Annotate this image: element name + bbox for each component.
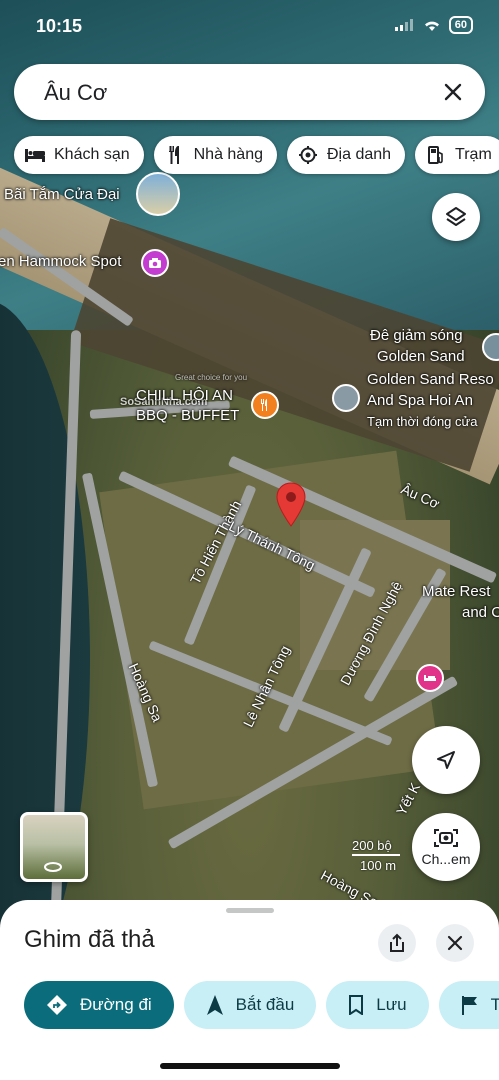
- close-sheet-button[interactable]: [436, 924, 474, 962]
- battery-indicator: 60: [448, 16, 473, 34]
- street-label-yet-kieu: Yết K: [392, 780, 424, 818]
- restaurant-poi-icon[interactable]: [251, 391, 279, 419]
- navigation-arrow-icon: [437, 751, 455, 769]
- camera-search-label: Ch...em: [421, 851, 471, 867]
- save-label: Lưu: [376, 995, 407, 1014]
- directions-label: Đường đi: [80, 995, 152, 1014]
- place-label-resort-line1[interactable]: Golden Sand Reso: [367, 370, 494, 390]
- place-label-chill-line2[interactable]: BBQ - BUFFET: [136, 406, 239, 426]
- start-label: Bắt đầu: [235, 995, 295, 1014]
- place-label-mate-line2[interactable]: and C: [462, 603, 499, 623]
- scale-label-imperial: 200 bộ: [352, 838, 392, 853]
- layers-button[interactable]: [432, 193, 480, 241]
- chip-restaurants-label: Nhà hàng: [193, 146, 263, 163]
- chip-landmarks[interactable]: Địa danh: [287, 136, 406, 174]
- layers-icon: [446, 207, 466, 226]
- status-icons: 60: [394, 16, 473, 34]
- chip-hotels-label: Khách sạn: [54, 146, 130, 163]
- scale-label-metric: 100 m: [360, 858, 397, 873]
- share-icon: [390, 933, 404, 952]
- chip-landmarks-label: Địa danh: [327, 146, 392, 163]
- chip-gas-stations[interactable]: Trạm: [415, 136, 499, 174]
- category-chips: Khách sạn Nhà hàng Địa danh Trạm: [14, 136, 499, 174]
- sheet-drag-handle[interactable]: [226, 908, 274, 913]
- scale-bar: [352, 854, 400, 856]
- place-status-closed: Tạm thời đóng cửa: [367, 414, 478, 429]
- save-button[interactable]: Lưu: [326, 981, 429, 1029]
- share-button[interactable]: [378, 924, 416, 962]
- search-query[interactable]: Âu Cơ: [44, 80, 107, 106]
- chip-gas-stations-label: Trạm: [455, 146, 492, 163]
- wifi-icon: [424, 21, 439, 31]
- place-label-mate-line1[interactable]: Mate Rest: [422, 582, 490, 602]
- hotel-poi-icon[interactable]: [416, 664, 444, 692]
- street-view-icon: [44, 862, 62, 872]
- bookmark-icon: [349, 995, 364, 1015]
- home-indicator[interactable]: [160, 1063, 340, 1069]
- close-icon: [444, 83, 462, 101]
- place-label-hammock[interactable]: en Hammock Spot: [0, 252, 121, 272]
- landmark-icon: [297, 144, 319, 166]
- camera-search-button[interactable]: Ch...em: [412, 813, 480, 881]
- status-bar: 10:15 60: [0, 0, 499, 54]
- action-buttons: Đường đi Bắt đầu Lưu T: [24, 981, 499, 1029]
- my-location-button[interactable]: [412, 726, 480, 794]
- flag-label: T: [490, 995, 499, 1014]
- camera-poi-icon[interactable]: [141, 249, 169, 277]
- close-icon: [447, 935, 463, 951]
- place-label-breakwater-line2[interactable]: Golden Sand: [377, 347, 465, 367]
- start-button[interactable]: Bắt đầu: [183, 981, 317, 1029]
- map-scale: 200 bộ 100 m: [352, 836, 402, 876]
- directions-button[interactable]: Đường đi: [24, 981, 174, 1029]
- flag-icon: [461, 996, 477, 1015]
- place-label-breakwater-line1[interactable]: Đê giảm sóng: [370, 326, 463, 346]
- place-label-beach[interactable]: Bãi Tắm Cửa Đại: [4, 185, 120, 205]
- chip-restaurants[interactable]: Nhà hàng: [153, 136, 277, 174]
- street-label-au-co: Âu Cơ: [398, 480, 443, 512]
- chip-hotels[interactable]: Khách sạn: [14, 136, 144, 174]
- place-label-chill-line1[interactable]: CHILL HỘI AN: [136, 386, 233, 406]
- street-view-thumbnail[interactable]: [20, 812, 88, 882]
- cellular-signal-icon: [394, 19, 413, 31]
- search-bar[interactable]: Âu Cơ: [14, 64, 485, 120]
- status-time: 10:15: [36, 16, 83, 36]
- place-label-resort-line2[interactable]: And Spa Hoi An: [367, 391, 473, 411]
- dropped-pin-icon[interactable]: [276, 482, 306, 528]
- directions-icon: [47, 995, 67, 1015]
- beach-photo-icon[interactable]: [136, 172, 180, 216]
- watermark-subtext: Great choice for you: [175, 373, 248, 382]
- resort-poi-icon[interactable]: [332, 384, 360, 412]
- sheet-title: Ghim đã thả: [24, 926, 155, 953]
- restaurant-icon: [164, 144, 186, 166]
- navigation-arrow-icon: [206, 995, 223, 1015]
- bed-icon: [24, 144, 46, 166]
- gas-station-icon: [425, 144, 447, 166]
- camera-lens-icon: [434, 829, 458, 847]
- clear-search-button[interactable]: [437, 76, 469, 108]
- flag-button[interactable]: T: [438, 981, 499, 1029]
